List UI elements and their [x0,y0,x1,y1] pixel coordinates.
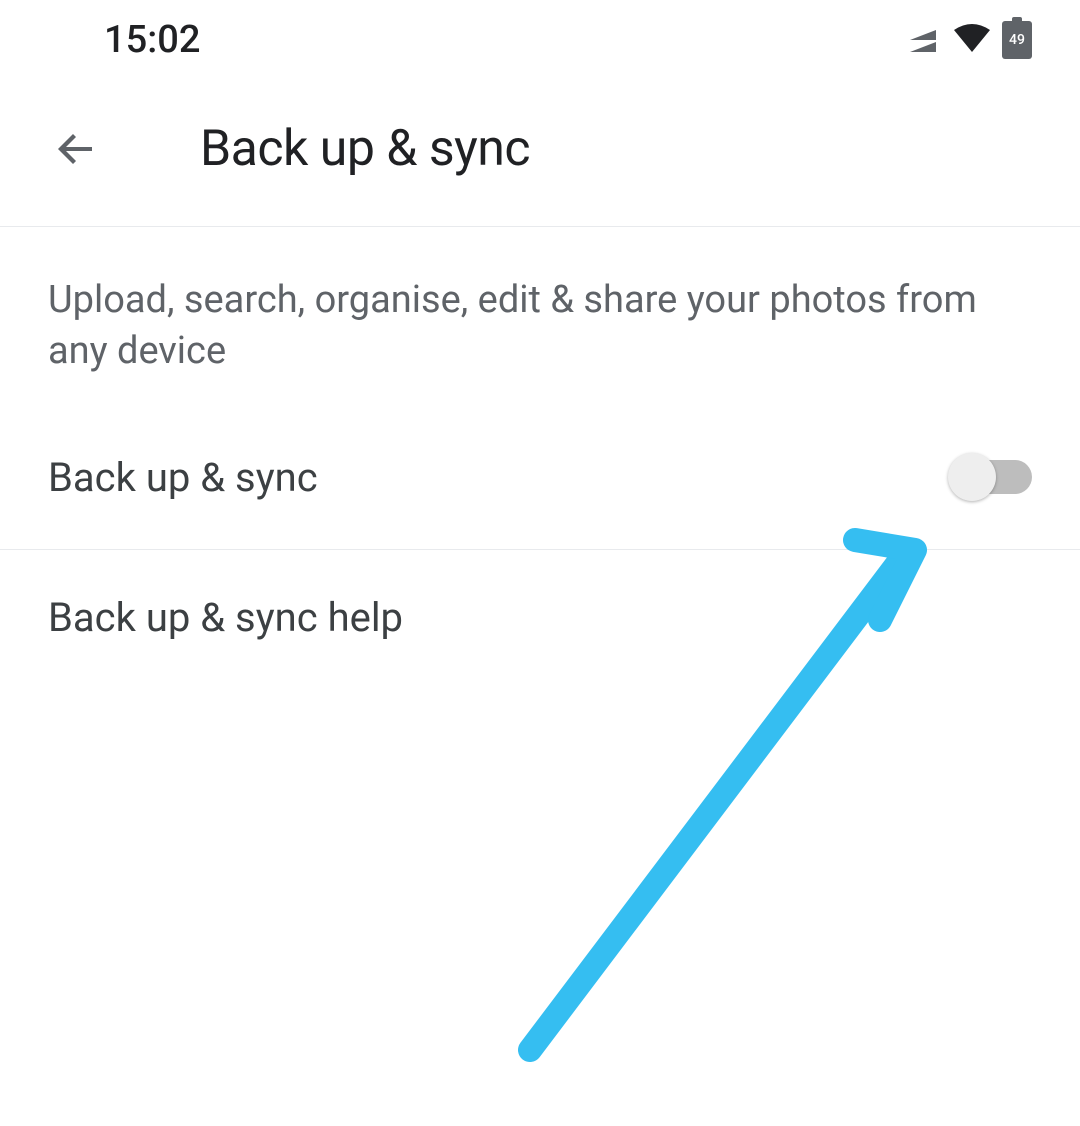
status-bar: 15:02 49 [0,0,1080,80]
backup-sync-label: Back up & sync [48,454,318,501]
page-title: Back up & sync [200,120,530,178]
battery-level: 49 [1009,32,1025,48]
backup-sync-setting-row[interactable]: Back up & sync [0,418,1080,550]
status-icons: 49 [906,21,1032,59]
arrow-back-icon [52,125,100,173]
cellular-signal-icon [906,26,942,54]
status-time: 15:02 [104,18,200,62]
wifi-icon [954,24,990,56]
page-description: Upload, search, organise, edit & share y… [0,227,1080,418]
app-bar: Back up & sync [0,80,1080,227]
backup-sync-help-label: Back up & sync help [48,594,1032,641]
back-button[interactable] [48,121,104,177]
toggle-thumb [948,453,996,501]
backup-sync-help-row[interactable]: Back up & sync help [0,550,1080,685]
backup-sync-toggle[interactable] [948,458,1032,496]
battery-icon: 49 [1002,21,1032,59]
